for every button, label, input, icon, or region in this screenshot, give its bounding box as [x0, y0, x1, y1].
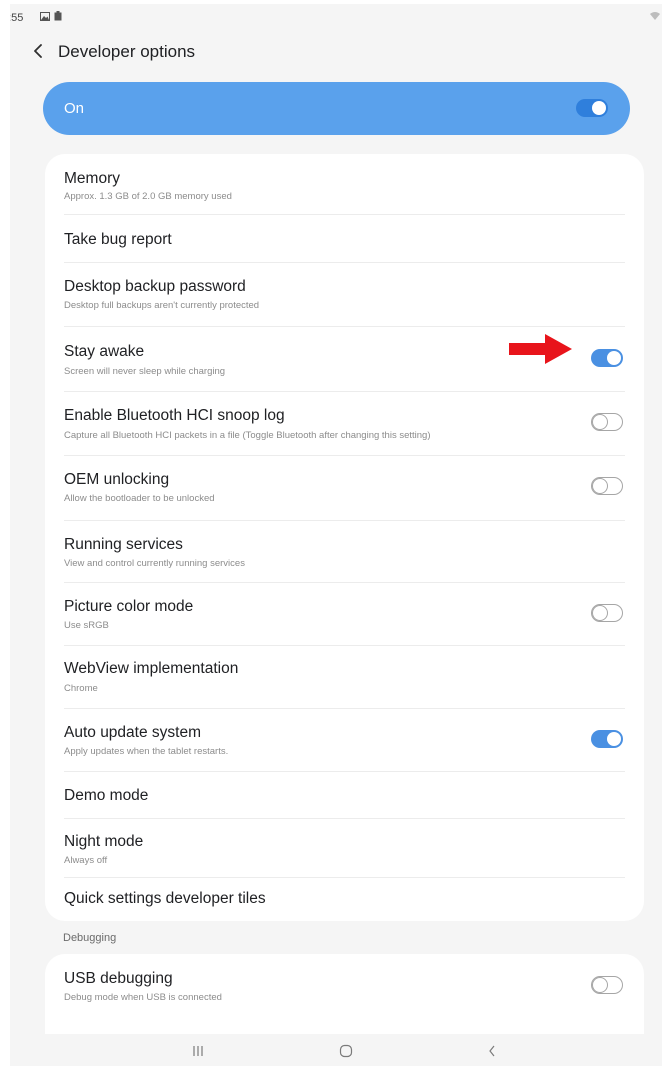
toggle-knob	[607, 732, 621, 746]
setting-title: Quick settings developer tiles	[64, 890, 266, 907]
master-switch-bar[interactable]: On	[43, 82, 630, 135]
recents-icon	[193, 1046, 203, 1056]
setting-title: USB debugging	[64, 970, 173, 987]
setting-summary: Allow the bootloader to be unlocked	[64, 493, 215, 504]
setting-summary: Approx. 1.3 GB of 2.0 GB memory used	[64, 191, 232, 202]
setting-demo-mode[interactable]: Demo mode	[45, 772, 644, 818]
status-time: 1:55	[10, 12, 24, 24]
setting-bluetooth-hci-snoop-log[interactable]: Enable Bluetooth HCI snoop log Capture a…	[45, 392, 644, 454]
setting-summary: Apply updates when the tablet restarts.	[64, 746, 229, 757]
recents-button[interactable]	[186, 1042, 210, 1060]
stay-awake-toggle[interactable]	[591, 349, 623, 367]
clipboard-icon	[54, 11, 62, 21]
setting-title: WebView implementation	[64, 660, 239, 677]
oem-unlocking-toggle[interactable]	[591, 477, 623, 495]
toggle-knob	[592, 414, 608, 430]
chevron-left-icon	[34, 44, 42, 58]
setting-summary: View and control currently running servi…	[64, 558, 245, 569]
setting-desktop-backup-password[interactable]: Desktop backup password Desktop full bac…	[45, 263, 644, 324]
setting-summary: Desktop full backups aren't currently pr…	[64, 300, 260, 311]
setting-title: Memory	[64, 170, 120, 187]
master-switch-label: On	[64, 100, 85, 117]
setting-running-services[interactable]: Running services View and control curren…	[45, 521, 644, 581]
setting-title: Demo mode	[64, 787, 149, 804]
toggle-knob	[592, 478, 608, 494]
debugging-card: USB debugging Debug mode when USB is con…	[45, 954, 644, 1044]
setting-memory[interactable]: Memory Approx. 1.3 GB of 2.0 GB memory u…	[45, 154, 644, 214]
arrow-shape	[509, 334, 572, 364]
setting-title: Enable Bluetooth HCI snoop log	[64, 407, 285, 424]
setting-summary: Screen will never sleep while charging	[64, 366, 226, 377]
settings-card: Memory Approx. 1.3 GB of 2.0 GB memory u…	[45, 154, 644, 921]
status-bar: 1:55	[10, 4, 662, 30]
navigation-bar	[10, 1034, 662, 1066]
setting-title: Running services	[64, 536, 183, 553]
toggle-knob	[592, 605, 608, 621]
notification-icons	[40, 11, 62, 21]
toggle-knob	[607, 351, 621, 365]
setting-summary: Debug mode when USB is connected	[64, 992, 222, 1003]
wifi-icon	[650, 11, 660, 23]
toggle-knob	[592, 101, 606, 115]
master-toggle[interactable]	[576, 99, 608, 117]
setting-summary: Chrome	[64, 683, 98, 694]
setting-auto-update-system[interactable]: Auto update system Apply updates when th…	[45, 709, 644, 771]
gallery-icon	[40, 11, 50, 21]
setting-title: Stay awake	[64, 343, 145, 360]
screen: 1:55 Developer options On Memory Approx.…	[10, 4, 662, 1066]
red-arrow-icon	[509, 334, 572, 364]
setting-picture-color-mode[interactable]: Picture color mode Use sRGB	[45, 583, 644, 645]
section-header-debugging: Debugging	[63, 932, 117, 944]
setting-summary: Capture all Bluetooth HCI packets in a f…	[64, 430, 431, 441]
setting-take-bug-report[interactable]: Take bug report	[45, 215, 644, 261]
home-icon	[339, 1044, 353, 1058]
setting-quick-settings-developer-tiles[interactable]: Quick settings developer tiles	[45, 878, 644, 921]
setting-summary: Always off	[64, 855, 108, 866]
setting-night-mode[interactable]: Night mode Always off	[45, 819, 644, 877]
toggle-knob	[592, 977, 608, 993]
chevron-left-icon	[489, 1045, 495, 1057]
usb-debugging-toggle[interactable]	[591, 976, 623, 994]
home-button[interactable]	[334, 1042, 358, 1060]
setting-title: Desktop backup password	[64, 278, 246, 295]
setting-title: Auto update system	[64, 724, 201, 741]
picture-color-mode-toggle[interactable]	[591, 604, 623, 622]
setting-title: Picture color mode	[64, 598, 194, 615]
setting-title: Night mode	[64, 833, 144, 850]
back-button[interactable]	[24, 37, 52, 65]
setting-usb-debugging[interactable]: USB debugging Debug mode when USB is con…	[45, 954, 644, 1016]
auto-update-system-toggle[interactable]	[591, 730, 623, 748]
page-title: Developer options	[58, 42, 196, 61]
back-nav-button[interactable]	[480, 1042, 504, 1060]
app-bar: Developer options	[10, 34, 662, 70]
setting-title: OEM unlocking	[64, 471, 170, 488]
bluetooth-hci-snoop-toggle[interactable]	[591, 413, 623, 431]
setting-webview-implementation[interactable]: WebView implementation Chrome	[45, 646, 644, 708]
setting-oem-unlocking[interactable]: OEM unlocking Allow the bootloader to be…	[45, 456, 644, 519]
setting-summary: Use sRGB	[64, 620, 109, 631]
setting-title: Take bug report	[64, 231, 172, 248]
